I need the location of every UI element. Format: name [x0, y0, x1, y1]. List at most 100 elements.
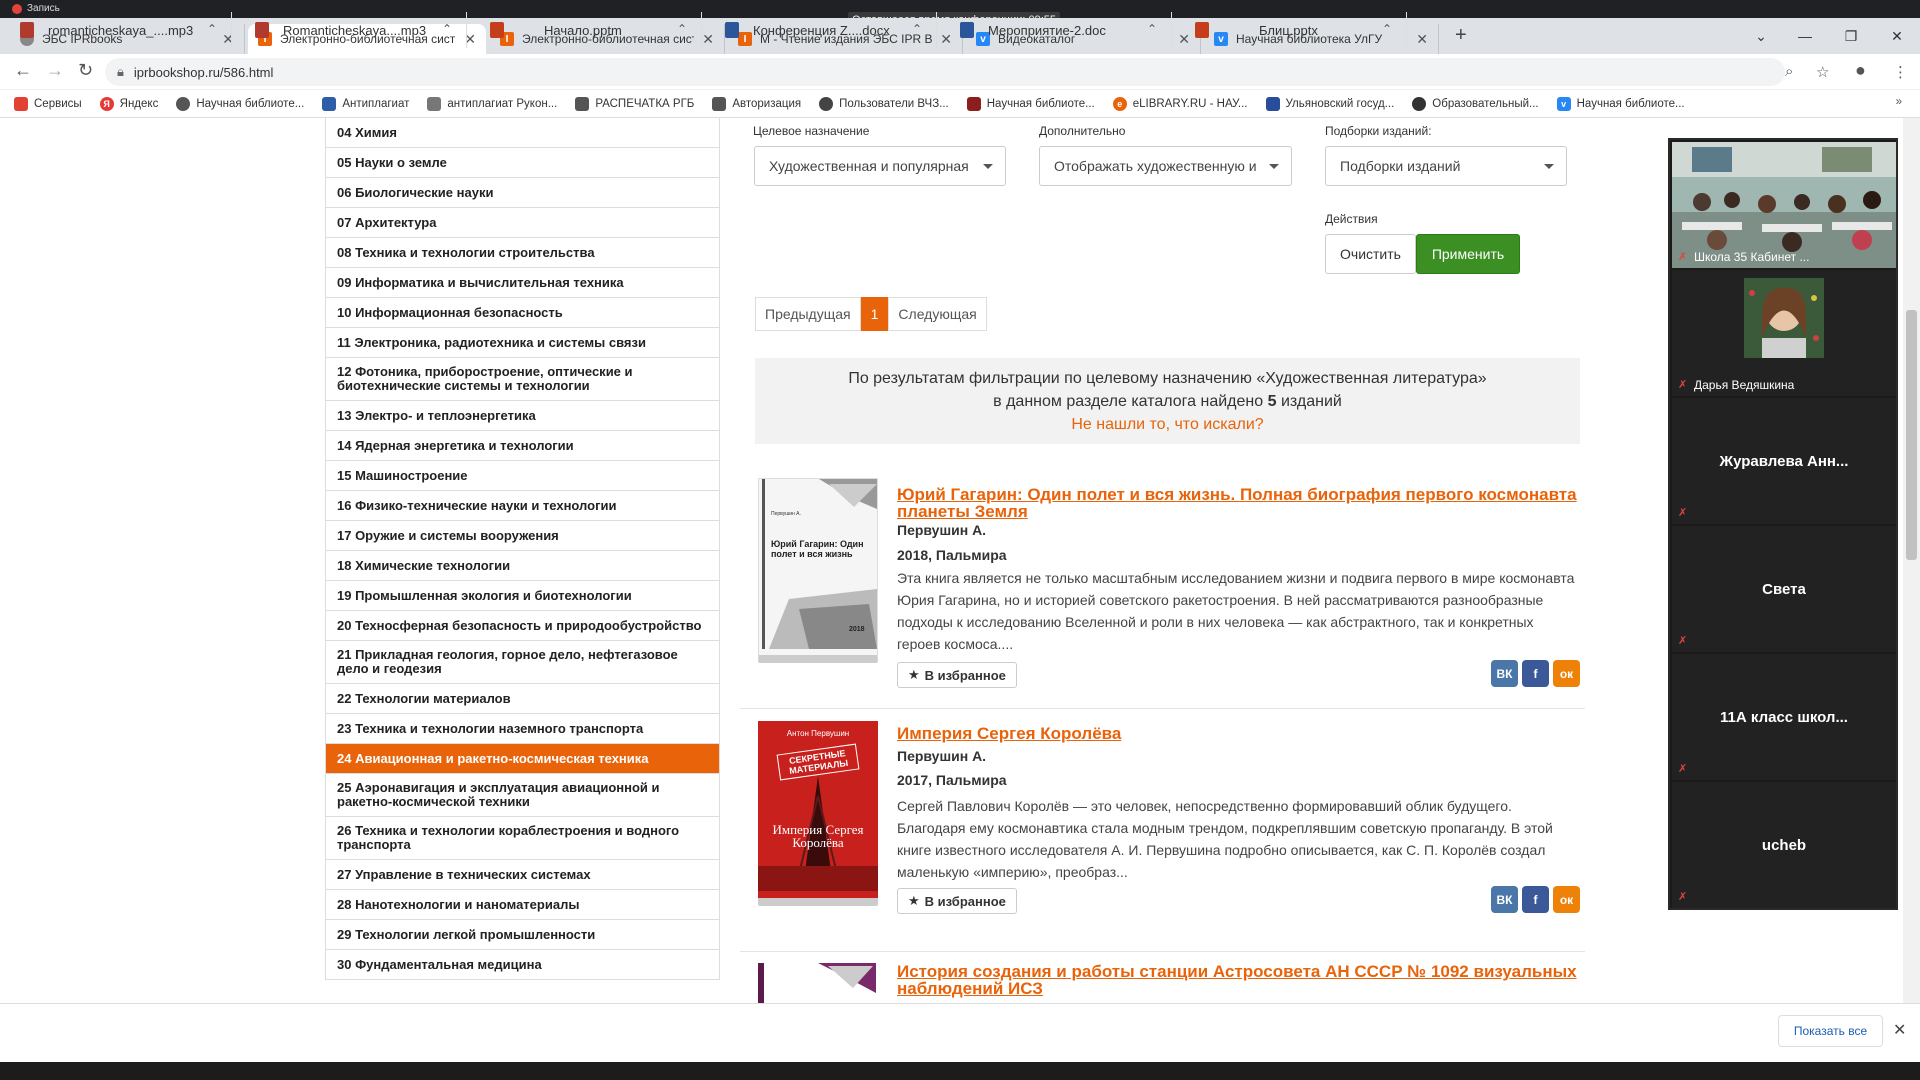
category-item[interactable]: 30 Фундаментальная медицина	[325, 950, 720, 980]
odnoklassniki-share-icon[interactable]: ок	[1553, 886, 1580, 913]
show-all-downloads-button[interactable]: Показать все	[1778, 1015, 1883, 1047]
category-item[interactable]: 06 Биологические науки	[325, 178, 720, 208]
category-item[interactable]: 17 Оружие и системы вооружения	[325, 521, 720, 551]
close-window-button[interactable]: ✕	[1874, 18, 1920, 54]
page-scrollbar[interactable]	[1903, 118, 1920, 1003]
bookmark-educational[interactable]: Образовательный...	[1412, 96, 1539, 111]
participant-tile[interactable]: ✗ Школа 35 Кабинет ...	[1672, 142, 1896, 268]
prev-page-button[interactable]: Предыдущая	[755, 297, 861, 331]
vk-share-icon[interactable]: ВК	[1491, 660, 1518, 687]
profile-icon[interactable]: ●	[1855, 60, 1866, 81]
category-item[interactable]: 16 Физико-технические науки и технологии	[325, 491, 720, 521]
facebook-share-icon[interactable]: f	[1522, 886, 1549, 913]
download-item[interactable]: Начало.pptm ⌃	[470, 12, 702, 48]
purpose-select[interactable]: Художественная и популярная	[754, 146, 1006, 186]
book-cover[interactable]: Антон Первушин СЕКРЕТНЫЕ МАТЕРИАЛЫ Импер…	[758, 721, 878, 906]
participant-tile[interactable]: Журавлева Анн... ✗	[1672, 398, 1896, 524]
vk-share-icon[interactable]: ВК	[1491, 886, 1518, 913]
participant-tile[interactable]: ucheb ✗	[1672, 782, 1896, 908]
participant-tile[interactable]: 11А класс школ... ✗	[1672, 654, 1896, 780]
next-page-button[interactable]: Следующая	[888, 297, 987, 331]
add-to-favorites-button[interactable]: ★ В избранное	[897, 888, 1017, 914]
category-item[interactable]: 26 Техника и технологии кораблестроения …	[325, 817, 720, 860]
bookmark-science-library-2[interactable]: Научная библиоте...	[966, 96, 1095, 111]
category-item[interactable]: 19 Промышленная экология и биотехнологии	[325, 581, 720, 611]
book-title-link[interactable]: Империя Сергея Королёва	[897, 725, 1577, 742]
category-item[interactable]: 13 Электро- и теплоэнергетика	[325, 401, 720, 431]
bookmark-ulsu[interactable]: Ульяновский госуд...	[1265, 96, 1394, 111]
bookmark-science-library-vk[interactable]: v Научная библиоте...	[1556, 96, 1685, 111]
category-item[interactable]: 07 Архитектура	[325, 208, 720, 238]
bookmark-antiplagiat-rukont[interactable]: антиплагиат Рукон...	[427, 96, 557, 111]
chevron-up-icon[interactable]: ⌃	[442, 22, 452, 36]
current-page[interactable]: 1	[860, 297, 889, 331]
category-item[interactable]: 08 Техника и технологии строительства	[325, 238, 720, 268]
book-title-link[interactable]: Юрий Гагарин: Один полет и вся жизнь. По…	[897, 486, 1577, 520]
book-cover[interactable]: Юрий Гагарин: Один полет и вся жизнь Пер…	[758, 478, 878, 663]
category-item[interactable]: 11 Электроника, радиотехника и системы с…	[325, 328, 720, 358]
category-item[interactable]: 04 Химия	[325, 118, 720, 148]
category-item[interactable]: 18 Химические технологии	[325, 551, 720, 581]
category-item[interactable]: 29 Технологии легкой промышленности	[325, 920, 720, 950]
category-item[interactable]: 12 Фотоника, приборостроение, оптические…	[325, 358, 720, 401]
chevron-up-icon[interactable]: ⌃	[1382, 22, 1392, 36]
apply-button[interactable]: Применить	[1416, 234, 1520, 274]
not-found-link[interactable]: Не нашли то, что искали?	[1071, 416, 1263, 433]
book-title-link[interactable]: История создания и работы станции Астрос…	[897, 963, 1577, 997]
book-cover[interactable]	[758, 963, 878, 1003]
menu-icon[interactable]: ⋮	[1893, 63, 1908, 81]
clear-button[interactable]: Очистить	[1325, 234, 1416, 274]
category-item[interactable]: 24 Авиационная и ракетно-космическая тех…	[325, 744, 720, 774]
bookmark-rgb-print[interactable]: РАСПЕЧАТКА РГБ	[575, 96, 694, 111]
collections-select[interactable]: Подборки изданий	[1325, 146, 1567, 186]
more-bookmarks-icon[interactable]: »	[1896, 96, 1902, 108]
category-item[interactable]: 10 Информационная безопасность	[325, 298, 720, 328]
bookmark-vchz-users[interactable]: Пользователи ВЧЗ...	[819, 96, 949, 111]
category-item[interactable]: 15 Машиностроение	[325, 461, 720, 491]
download-item[interactable]: Мероприятие-2.doc ⌃	[940, 12, 1172, 48]
add-to-favorites-button[interactable]: ★ В избранное	[897, 662, 1017, 688]
category-item[interactable]: 14 Ядерная энергетика и технологии	[325, 431, 720, 461]
odnoklassniki-share-icon[interactable]: ок	[1553, 660, 1580, 687]
maximize-button[interactable]: ❐	[1828, 18, 1874, 54]
facebook-share-icon[interactable]: f	[1522, 660, 1549, 687]
category-item[interactable]: 05 Науки о земле	[325, 148, 720, 178]
bookmark-yandex[interactable]: Я Яндекс	[99, 96, 158, 111]
new-tab-button[interactable]: +	[1455, 24, 1467, 47]
bookmark-authorization[interactable]: Авторизация	[712, 96, 801, 111]
category-item[interactable]: 20 Техносферная безопасность и природооб…	[325, 611, 720, 641]
category-item[interactable]: 21 Прикладная геология, горное дело, неф…	[325, 641, 720, 684]
download-item[interactable]: Блиц.pptx ⌃	[1175, 12, 1407, 48]
participant-tile[interactable]: ✗ Дарья Ведяшкина	[1672, 270, 1896, 396]
participant-tile[interactable]: Света ✗	[1672, 526, 1896, 652]
bookmark-antiplagiat[interactable]: Антиплагиат	[322, 96, 409, 111]
category-item[interactable]: 27 Управление в технических системах	[325, 860, 720, 890]
category-item[interactable]: 23 Техника и технологии наземного трансп…	[325, 714, 720, 744]
chevron-up-icon[interactable]: ⌃	[677, 22, 687, 36]
extra-select[interactable]: Отображать художественную и	[1039, 146, 1292, 186]
reload-icon[interactable]: ↻	[78, 60, 93, 81]
category-item[interactable]: 28 Нанотехнологии и наноматериалы	[325, 890, 720, 920]
tab-search-icon[interactable]: ⌄	[1738, 18, 1784, 54]
star-icon[interactable]: ☆	[1816, 63, 1829, 81]
back-icon[interactable]: ←	[14, 60, 32, 81]
zoom-icon[interactable]: ⌕	[1785, 63, 1793, 80]
category-item[interactable]: 22 Технологии материалов	[325, 684, 720, 714]
category-item[interactable]: 25 Аэронавигация и эксплуатация авиацион…	[325, 774, 720, 817]
close-icon[interactable]: ✕	[1416, 31, 1428, 48]
download-item[interactable]: romanticheskaya_....mp3 ⌃	[0, 12, 232, 48]
url-field[interactable]: 🔒︎ iprbookshop.ru/586.html	[105, 58, 1785, 86]
forward-icon[interactable]: →	[46, 60, 64, 81]
minimize-button[interactable]: —	[1782, 18, 1828, 54]
scrollbar-thumb[interactable]	[1906, 310, 1917, 560]
bookmark-services[interactable]: Сервисы	[14, 96, 82, 111]
download-item[interactable]: Конференция Z....docx ⌃	[705, 12, 937, 48]
close-downloads-icon[interactable]: ✕	[1893, 1020, 1906, 1040]
download-item[interactable]: Romanticheskaya....mp3 ⌃	[235, 12, 467, 48]
chevron-up-icon[interactable]: ⌃	[1147, 22, 1157, 36]
bookmark-science-library[interactable]: Научная библиоте...	[176, 96, 304, 111]
bookmark-elibrary[interactable]: e eLIBRARY.RU - НАУ...	[1112, 96, 1248, 111]
chevron-up-icon[interactable]: ⌃	[207, 22, 217, 36]
chevron-up-icon[interactable]: ⌃	[912, 22, 922, 36]
category-item[interactable]: 09 Информатика и вычислительная техника	[325, 268, 720, 298]
